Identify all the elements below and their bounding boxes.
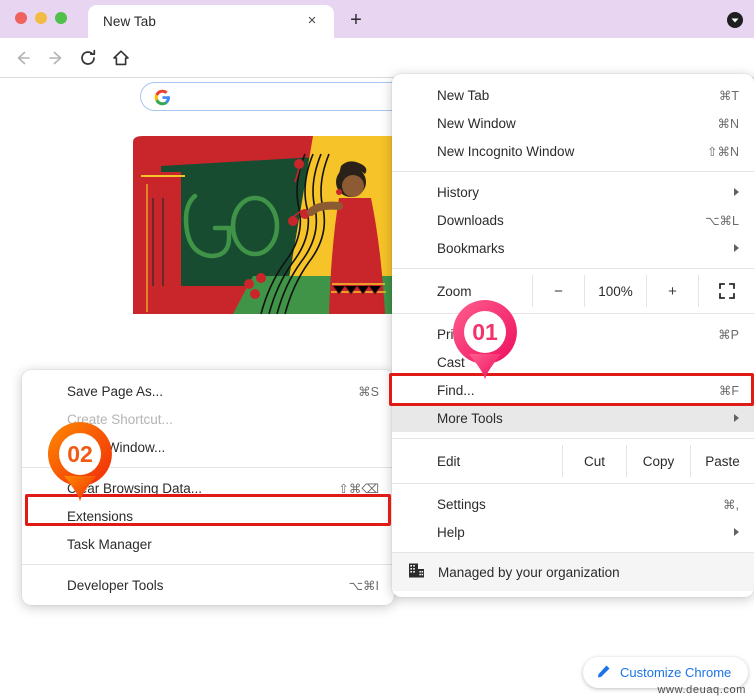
tab-strip: New Tab × + — [0, 0, 754, 38]
tab-title: New Tab — [103, 14, 156, 29]
menu-item-cast[interactable]: Cast — [392, 348, 754, 376]
back-arrow-icon[interactable] — [12, 47, 34, 69]
menu-separator — [392, 313, 754, 314]
menu-item-label: New Tab — [437, 88, 709, 103]
chevron-right-icon — [734, 244, 739, 252]
menu-item-help[interactable]: Help — [392, 518, 754, 546]
google-doodle[interactable] — [133, 136, 401, 314]
chevron-right-icon — [734, 188, 739, 196]
menu-item-new-incognito-window[interactable]: New Incognito Window ⇧⌘N — [392, 137, 754, 165]
browser-toolbar: S — [0, 38, 754, 78]
menu-separator — [392, 483, 754, 484]
managed-by-organization-row[interactable]: Managed by your organization — [392, 553, 754, 591]
new-tab-button[interactable]: + — [345, 10, 367, 32]
edit-label: Edit — [392, 445, 562, 477]
menu-item-shortcut: ⇧⌘N — [707, 144, 739, 159]
tab-search-icon[interactable] — [726, 11, 744, 29]
menu-item-label: Help — [437, 525, 734, 540]
menu-item-shortcut: ⌥⌘I — [349, 578, 379, 593]
menu-item-shortcut: ⌘P — [718, 327, 739, 342]
maximize-window-button[interactable] — [55, 12, 67, 24]
menu-item-bookmarks[interactable]: Bookmarks — [392, 234, 754, 262]
menu-item-extensions[interactable]: Extensions — [22, 502, 394, 530]
menu-item-shortcut: ⌘N — [717, 116, 739, 131]
menu-item-save-page-as[interactable]: Save Page As... ⌘S — [22, 377, 394, 405]
step-pin-01: 01 — [451, 298, 519, 382]
home-icon[interactable] — [110, 47, 132, 69]
menu-item-print[interactable]: Print ⌘P — [392, 320, 754, 348]
chevron-right-icon — [734, 528, 739, 536]
menu-item-settings[interactable]: Settings ⌘, — [392, 490, 754, 518]
browser-window: New Tab × + — [0, 0, 754, 700]
menu-item-developer-tools[interactable]: Developer Tools ⌥⌘I — [22, 571, 394, 599]
menu-separator — [392, 438, 754, 439]
cut-button[interactable]: Cut — [562, 445, 626, 477]
menu-item-label: Bookmarks — [437, 241, 734, 256]
fullscreen-icon[interactable] — [698, 275, 754, 307]
minimize-window-button[interactable] — [35, 12, 47, 24]
step-pin-01-number: 01 — [451, 298, 519, 366]
menu-item-shortcut: ⌥⌘L — [705, 213, 739, 228]
zoom-row: Zoom − 100% + — [392, 275, 754, 307]
menu-item-label: History — [437, 185, 734, 200]
menu-item-label: Task Manager — [67, 537, 369, 552]
browser-tab[interactable]: New Tab × — [88, 5, 334, 38]
paste-button[interactable]: Paste — [690, 445, 754, 477]
managed-label: Managed by your organization — [438, 565, 620, 580]
customize-chrome-label: Customize Chrome — [620, 665, 731, 680]
menu-separator — [22, 564, 394, 565]
site-watermark: www.deuaq.com — [657, 684, 746, 696]
google-g-icon — [154, 89, 171, 106]
menu-item-shortcut: ⌘S — [358, 384, 379, 399]
menu-item-label: Find... — [437, 383, 709, 398]
menu-item-label: Save Page As... — [67, 384, 348, 399]
forward-arrow-icon[interactable] — [45, 47, 67, 69]
edit-row: Edit Cut Copy Paste — [392, 445, 754, 477]
menu-item-history[interactable]: History — [392, 178, 754, 206]
menu-item-find[interactable]: Find... ⌘F — [392, 376, 754, 404]
menu-item-label: New Incognito Window — [437, 144, 697, 159]
step-pin-02-number: 02 — [46, 420, 114, 488]
building-icon — [408, 562, 425, 582]
menu-item-downloads[interactable]: Downloads ⌥⌘L — [392, 206, 754, 234]
menu-item-label: Extensions — [67, 509, 369, 524]
close-window-button[interactable] — [15, 12, 27, 24]
menu-item-shortcut: ⌘T — [719, 88, 739, 103]
chrome-main-menu: New Tab ⌘T New Window ⌘N New Incognito W… — [392, 74, 754, 597]
zoom-percent: 100% — [584, 275, 646, 307]
menu-item-shortcut: ⌘F — [719, 383, 739, 398]
menu-item-new-tab[interactable]: New Tab ⌘T — [392, 81, 754, 109]
chevron-right-icon — [734, 414, 739, 422]
menu-item-more-tools[interactable]: More Tools — [392, 404, 754, 432]
zoom-out-button[interactable]: − — [532, 275, 584, 307]
window-traffic-lights — [15, 12, 67, 24]
menu-item-label: More Tools — [437, 411, 734, 426]
pencil-icon — [596, 664, 611, 682]
step-pin-02: 02 — [46, 420, 114, 504]
menu-separator — [392, 171, 754, 172]
zoom-in-button[interactable]: + — [646, 275, 698, 307]
menu-item-label: Settings — [437, 497, 713, 512]
menu-item-label: New Window — [437, 116, 707, 131]
menu-item-label: Downloads — [437, 213, 695, 228]
close-tab-icon[interactable]: × — [304, 13, 320, 29]
menu-item-new-window[interactable]: New Window ⌘N — [392, 109, 754, 137]
menu-item-label: Developer Tools — [67, 578, 339, 593]
menu-item-shortcut: ⇧⌘⌫ — [338, 481, 379, 496]
menu-item-shortcut: ⌘, — [723, 497, 739, 512]
menu-item-task-manager[interactable]: Task Manager — [22, 530, 394, 558]
reload-icon[interactable] — [77, 47, 99, 69]
copy-button[interactable]: Copy — [626, 445, 690, 477]
menu-separator — [392, 268, 754, 269]
